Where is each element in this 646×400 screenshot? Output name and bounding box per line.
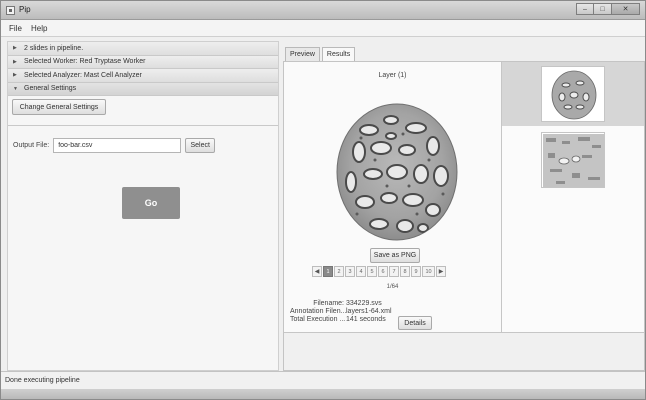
annotation-file-value: layers1-64.xml xyxy=(346,308,392,315)
window-title: Pip xyxy=(19,5,31,14)
thumbnail-image xyxy=(541,66,605,122)
pagination: ◀ 1 2 3 4 5 6 7 8 9 10 ▶ xyxy=(312,266,447,277)
output-file-input[interactable] xyxy=(53,138,182,153)
thumbnail-list xyxy=(502,62,644,332)
thumbnail-image xyxy=(541,132,605,188)
prev-page-icon[interactable]: ◀ xyxy=(312,266,322,277)
page-count: 1/64 xyxy=(386,284,399,290)
execution-time-value: 141 seconds xyxy=(346,316,386,323)
page-button[interactable]: 1 xyxy=(323,266,333,277)
minimize-icon[interactable]: – xyxy=(576,3,594,15)
save-as-png-button[interactable]: Save as PNG xyxy=(370,248,420,263)
title-bar: Pip – □ ✕ xyxy=(1,1,645,20)
filename-value: 334229.svs xyxy=(346,300,382,307)
page-button[interactable]: 5 xyxy=(367,266,377,277)
execution-time-label: Total Execution ... xyxy=(290,316,346,323)
results-lower-area xyxy=(284,332,644,370)
page-button[interactable]: 6 xyxy=(378,266,388,277)
go-button[interactable]: Go xyxy=(122,187,180,219)
page-button[interactable]: 7 xyxy=(389,266,399,277)
tab-bar: Preview Results xyxy=(285,47,356,61)
menu-file[interactable]: File xyxy=(9,24,22,33)
filename-label: Filename: xyxy=(313,300,344,307)
accordion-general-settings[interactable]: ▼ General Settings xyxy=(8,82,278,96)
menu-help[interactable]: Help xyxy=(31,24,47,33)
chevron-right-icon: ▶ xyxy=(13,72,17,79)
page-button[interactable]: 3 xyxy=(345,266,355,277)
menu-bar: File Help xyxy=(1,20,645,37)
taskbar-edge xyxy=(1,389,645,399)
chevron-right-icon: ▶ xyxy=(13,45,17,52)
app-icon xyxy=(6,6,15,15)
page-button[interactable]: 10 xyxy=(422,266,435,277)
page-button[interactable]: 9 xyxy=(411,266,421,277)
next-page-icon[interactable]: ▶ xyxy=(436,266,446,277)
pipeline-panel: ▶ 2 slides in pipeline. ▶ Selected Worke… xyxy=(7,41,279,371)
accordion-general-settings-label: General Settings xyxy=(24,85,77,93)
results-panel: Layer (1) Save as PNG ◀ 1 2 3 4 5 6 7 8 … xyxy=(283,61,645,371)
tissue-core-image xyxy=(336,103,458,241)
close-icon[interactable]: ✕ xyxy=(612,3,640,15)
accordion-worker-label: Selected Worker: Red Tryptase Worker xyxy=(24,58,146,66)
chevron-down-icon: ▼ xyxy=(13,85,18,92)
layer-title: Layer (1) xyxy=(378,72,407,79)
page-button[interactable]: 8 xyxy=(400,266,410,277)
tab-results[interactable]: Results xyxy=(321,47,356,61)
output-file-label: Output File: xyxy=(13,142,50,149)
general-settings-body: Change General Settings xyxy=(8,96,278,126)
select-file-button[interactable]: Select xyxy=(185,138,216,153)
thumbnail-item[interactable] xyxy=(502,128,644,192)
accordion-slides[interactable]: ▶ 2 slides in pipeline. xyxy=(8,42,278,56)
maximize-icon[interactable]: □ xyxy=(594,3,612,15)
app-window: Pip – □ ✕ File Help ▶ 2 slides in pipeli… xyxy=(0,0,646,400)
page-button[interactable]: 2 xyxy=(334,266,344,277)
accordion-analyzer-label: Selected Analyzer: Mast Cell Analyzer xyxy=(24,71,142,79)
tab-preview[interactable]: Preview xyxy=(285,47,320,61)
output-file-row: Output File: Select xyxy=(13,138,216,153)
page-button[interactable]: 4 xyxy=(356,266,366,277)
accordion-analyzer[interactable]: ▶ Selected Analyzer: Mast Cell Analyzer xyxy=(8,69,278,83)
change-general-settings-button[interactable]: Change General Settings xyxy=(12,99,106,115)
layer-viewer: Layer (1) Save as PNG ◀ 1 2 3 4 5 6 7 8 … xyxy=(284,62,502,332)
window-controls: – □ ✕ xyxy=(576,3,640,15)
accordion-worker[interactable]: ▶ Selected Worker: Red Tryptase Worker xyxy=(8,55,278,69)
annotation-file-label: Annotation Filen... xyxy=(290,308,347,315)
status-bar: Done executing pipeline xyxy=(1,371,645,389)
accordion-slides-label: 2 slides in pipeline. xyxy=(24,44,84,52)
thumbnail-item[interactable] xyxy=(502,62,644,126)
details-button[interactable]: Details xyxy=(398,316,432,330)
chevron-right-icon: ▶ xyxy=(13,58,17,65)
status-text: Done executing pipeline xyxy=(5,377,80,384)
